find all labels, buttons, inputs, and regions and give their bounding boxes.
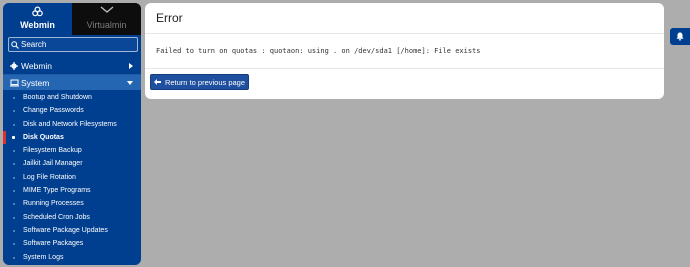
sidebar: Webmin Virtualmin Search Webmin System B… bbox=[3, 3, 141, 265]
sidebar-item-bootup-and-shutdown[interactable]: Bootup and Shutdown bbox=[3, 91, 141, 104]
caret-down-icon bbox=[127, 75, 133, 90]
menu-section-webmin[interactable]: Webmin bbox=[3, 57, 141, 75]
arrow-left-icon bbox=[153, 79, 161, 85]
bullet-icon bbox=[12, 135, 15, 139]
return-button[interactable]: Return to previous page bbox=[150, 74, 249, 90]
sidebar-item-label: Software Package Updates bbox=[23, 226, 108, 234]
gear-icon bbox=[7, 61, 21, 70]
bullet-icon bbox=[13, 256, 15, 259]
sidebar-tabs: Webmin Virtualmin bbox=[3, 3, 141, 35]
menu-section-webmin-label: Webmin bbox=[21, 60, 53, 71]
sidebar-item-jailkit-jail-manager[interactable]: Jailkit Jail Manager bbox=[3, 157, 141, 170]
bullet-icon bbox=[13, 203, 15, 206]
bullet-icon bbox=[13, 176, 15, 179]
bullet-icon bbox=[13, 110, 15, 113]
bullet-icon bbox=[13, 216, 15, 219]
sidebar-item-scheduled-cron-jobs[interactable]: Scheduled Cron Jobs bbox=[3, 211, 141, 224]
sidebar-item-system-logs[interactable]: System Logs bbox=[3, 251, 141, 264]
divider bbox=[145, 33, 664, 34]
computer-icon bbox=[7, 79, 21, 87]
sidebar-item-label: Change Passwords bbox=[23, 107, 84, 115]
page-title: Error bbox=[156, 11, 183, 25]
tab-virtualmin[interactable]: Virtualmin bbox=[72, 3, 141, 35]
system-module-list: Bootup and Shutdown Change Passwords Disk … bbox=[3, 91, 141, 264]
sidebar-item-change-passwords[interactable]: Change Passwords bbox=[3, 104, 141, 117]
sidebar-item-label: Disk Quotas bbox=[23, 133, 64, 141]
caret-right-icon bbox=[129, 57, 133, 74]
divider bbox=[145, 68, 664, 69]
sidebar-item-software-package-updates[interactable]: Software Package Updates bbox=[3, 224, 141, 237]
bullet-icon bbox=[13, 97, 15, 99]
sidebar-item-label: Filesystem Backup bbox=[23, 147, 82, 155]
sidebar-item-label: Scheduled Cron Jobs bbox=[23, 213, 90, 221]
sidebar-item-label: Disk and Network Filesystems bbox=[23, 120, 117, 128]
sidebar-item-software-packages[interactable]: Software Packages bbox=[3, 237, 141, 250]
sidebar-item-running-processes[interactable]: Running Processes bbox=[3, 197, 141, 210]
search-icon bbox=[9, 38, 21, 51]
search-placeholder: Search bbox=[21, 40, 47, 49]
sidebar-item-label: Log File Rotation bbox=[23, 173, 76, 181]
notifications-button[interactable] bbox=[670, 28, 690, 45]
bullet-icon bbox=[13, 123, 15, 126]
active-item-marker bbox=[3, 130, 6, 145]
sidebar-item-label: Running Processes bbox=[23, 200, 84, 208]
sidebar-item-label: System Logs bbox=[23, 253, 64, 261]
search-input[interactable]: Search bbox=[8, 37, 138, 52]
sidebar-item-label: Jailkit Jail Manager bbox=[23, 160, 83, 168]
bullet-icon bbox=[13, 150, 15, 153]
sidebar-item-disk-and-network-filesystems[interactable]: Disk and Network Filesystems bbox=[3, 118, 141, 131]
sidebar-item-disk-quotas[interactable]: Disk Quotas bbox=[3, 130, 141, 145]
error-panel: Error Failed to turn on quotas : quotaon… bbox=[145, 3, 664, 99]
bullet-icon bbox=[13, 163, 15, 166]
menu-section-system[interactable]: System bbox=[3, 75, 141, 90]
sidebar-item-filesystem-backup[interactable]: Filesystem Backup bbox=[3, 144, 141, 157]
tab-virtualmin-label: Virtualmin bbox=[86, 20, 127, 30]
bell-icon bbox=[676, 28, 684, 46]
sidebar-item-label: MIME Type Programs bbox=[23, 187, 91, 195]
sidebar-item-log-file-rotation[interactable]: Log File Rotation bbox=[3, 171, 141, 184]
tab-webmin-label: Webmin bbox=[20, 20, 55, 30]
bullet-icon bbox=[13, 229, 15, 232]
sidebar-item-label: Bootup and Shutdown bbox=[23, 94, 92, 101]
bullet-icon bbox=[13, 243, 15, 246]
tab-webmin[interactable]: Webmin bbox=[3, 3, 72, 35]
sidebar-item-label: Software Packages bbox=[23, 240, 84, 248]
bullet-icon bbox=[13, 190, 15, 193]
chevron-down-icon bbox=[72, 6, 141, 17]
sidebar-item-mime-type-programs[interactable]: MIME Type Programs bbox=[3, 184, 141, 197]
error-message: Failed to turn on quotas : quotaon: usin… bbox=[156, 47, 481, 55]
webmin-logo-icon bbox=[3, 6, 72, 17]
menu-section-system-label: System bbox=[21, 77, 50, 88]
return-button-label: Return to previous page bbox=[164, 77, 246, 87]
